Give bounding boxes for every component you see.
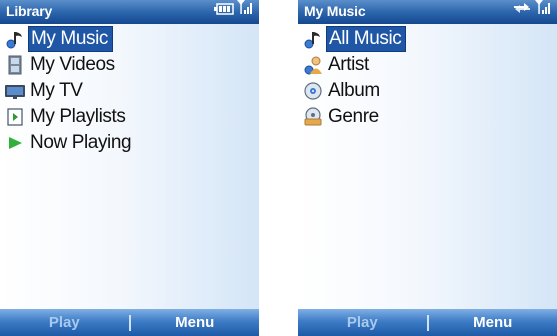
title-bar: My Music [298, 0, 557, 24]
title-bar: Library [0, 0, 259, 24]
tv-icon [5, 81, 25, 101]
library-screen: Library My Music My Videos My TV My Play… [0, 0, 259, 336]
softkey-menu[interactable]: Menu [131, 314, 260, 331]
list-item-label: Now Playing [30, 132, 132, 153]
album-disc-icon [303, 81, 323, 101]
list-item-label: My Playlists [30, 106, 126, 127]
music-category-list: All Music Artist Album Genre [298, 26, 557, 130]
music-note-icon [303, 29, 323, 49]
play-arrow-icon [5, 133, 25, 153]
list-item-my-videos[interactable]: My Videos [0, 52, 259, 78]
my-music-screen: My Music All Music Artist Album Genre Pl… [298, 0, 557, 336]
list-item-label: All Music [326, 26, 407, 52]
list-item-label: Album [328, 80, 380, 101]
list-item-label: My Videos [30, 54, 115, 75]
softkey-play[interactable]: Play [0, 314, 129, 331]
softkey-play[interactable]: Play [298, 314, 427, 331]
list-item-my-music[interactable]: My Music [0, 26, 259, 52]
list-item-album[interactable]: Album [298, 78, 557, 104]
list-item-label: Artist [328, 54, 369, 75]
library-list: My Music My Videos My TV My Playlists No… [0, 26, 259, 156]
softkey-bar: Play Menu [298, 309, 557, 336]
softkey-bar: Play Menu [0, 309, 259, 336]
signal-icon [237, 0, 253, 20]
list-item-label: My TV [30, 80, 83, 101]
list-item-all-music[interactable]: All Music [298, 26, 557, 52]
screen-title: Library [6, 3, 53, 19]
list-item-genre[interactable]: Genre [298, 104, 557, 130]
music-note-icon [5, 29, 25, 49]
artist-icon [303, 55, 323, 75]
status-icons [512, 0, 551, 20]
list-item-now-playing[interactable]: Now Playing [0, 130, 259, 156]
genre-icon [303, 107, 323, 127]
list-item-label: My Music [28, 26, 114, 52]
sync-arrows-icon [512, 1, 532, 20]
playlist-icon [5, 107, 25, 127]
list-item-label: Genre [328, 106, 379, 127]
list-item-artist[interactable]: Artist [298, 52, 557, 78]
softkey-menu[interactable]: Menu [429, 314, 557, 331]
list-item-my-tv[interactable]: My TV [0, 78, 259, 104]
screen-title: My Music [304, 3, 366, 19]
video-film-icon [5, 55, 25, 75]
signal-icon [535, 0, 551, 20]
status-icons [214, 0, 253, 20]
battery-icon [214, 2, 234, 20]
list-item-my-playlists[interactable]: My Playlists [0, 104, 259, 130]
